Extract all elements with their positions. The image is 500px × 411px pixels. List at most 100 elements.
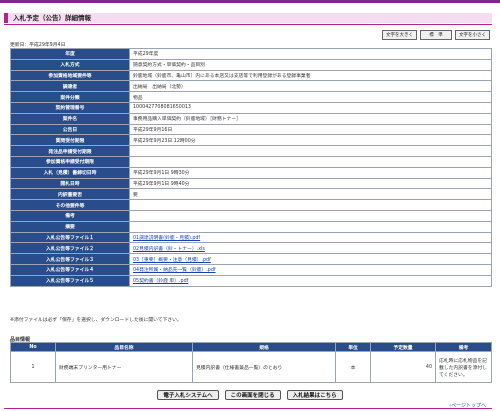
file-row-value: 05契約書（鈴鹿 単）.pdf xyxy=(129,274,492,287)
col-unit: 単位 xyxy=(335,342,371,352)
e-bidding-system-button[interactable]: 電子入札システムへ xyxy=(157,390,219,400)
detail-table: 年度 平成29年度 入札方式 随意契約方式・単価契約・品目別 参加資格地域要件等 鈴鹿地域… xyxy=(10,48,492,287)
table-row: 調達者 出納局 出納局（北勢） xyxy=(10,80,492,93)
col-qty: 予定数量 xyxy=(370,342,436,352)
top-accent-bar xyxy=(0,0,500,3)
file-download-link[interactable]: 05契約書（鈴鹿 単）.pdf xyxy=(133,279,188,284)
row-value: 平成29年9月1日 9時40分 xyxy=(129,177,492,190)
table-row: 公告日 平成29年9月16日 xyxy=(10,123,492,136)
row-label: 参加資格地域要件等 xyxy=(10,69,130,82)
item-qty: 40 xyxy=(370,351,436,383)
file-row-value: 01調達説明書(鈴鹿・見積).pdf xyxy=(129,231,492,244)
table-row: 参加資格申請受付期限 xyxy=(10,155,492,168)
row-value xyxy=(129,145,492,157)
table-row: 発注品申請受付期限 xyxy=(10,145,492,157)
col-name: 品目名称 xyxy=(55,342,193,352)
font-size-controls: 文字を大きく 標 準 文字を小さく xyxy=(382,30,490,40)
file-row-value: 04発注所属・納品先一覧（鈴鹿）.pdf xyxy=(129,263,492,276)
col-spec: 規格 xyxy=(192,342,336,352)
row-label: 質問受付期限 xyxy=(10,134,130,147)
file-download-link[interactable]: 01調達説明書(鈴鹿・見積).pdf xyxy=(133,236,200,241)
font-standard-button[interactable]: 標 準 xyxy=(420,30,452,40)
file-download-link[interactable]: 02見積内訳書（鈴・トナー）.xls xyxy=(133,247,205,252)
table-row: 入札公告等ファイル４ 04発注所属・納品先一覧（鈴鹿）.pdf xyxy=(10,263,492,276)
table-row: 入札公告等ファイル１ 01調達説明書(鈴鹿・見積).pdf xyxy=(10,231,492,244)
table-row: 1 財務端末プリンター用トナー 見積内訳書（仕様書兼品一覧）のとおり 本 40 … xyxy=(10,351,492,383)
row-label: 参加資格申請受付期限 xyxy=(10,155,130,168)
table-row: 案件名 事務用品購入単価契約（鈴鹿地域）［財務トナー］ xyxy=(10,112,492,125)
table-row: 質問受付期限 平成29年9月23日 12時00分 xyxy=(10,134,492,147)
table-row: 年度 平成29年度 xyxy=(10,48,492,60)
table-row: 参加資格地域要件等 鈴鹿地域（鈴鹿市、亀山市）内にある本店又は支店等で利用登録があ… xyxy=(10,69,492,82)
item-unit: 本 xyxy=(335,351,371,383)
col-remarks: 備考 xyxy=(435,342,492,352)
table-row: 備考 xyxy=(10,209,492,222)
title-divider xyxy=(4,24,492,25)
row-label: 公告日 xyxy=(10,123,130,136)
font-larger-button[interactable]: 文字を大きく xyxy=(382,30,417,40)
row-label: 案件分類 xyxy=(10,91,130,103)
row-value: 平成29年度 xyxy=(129,48,492,60)
table-row: 摘要 xyxy=(10,220,492,233)
row-label: 開札日時 xyxy=(10,177,130,190)
table-row: 入札公告等ファイル２ 02見積内訳書（鈴・トナー）.xls xyxy=(10,242,492,255)
bid-results-button[interactable]: 入札結果はこちら xyxy=(286,390,343,400)
row-value xyxy=(129,155,492,168)
table-row: 契約管理番号 1000427708081650013 xyxy=(10,101,492,114)
row-value: 事務用品購入単価契約（鈴鹿地域）［財務トナー］ xyxy=(129,112,492,125)
file-row-label: 入札公告等ファイル２ xyxy=(10,242,130,255)
download-note: ※添付ファイルは必ず「保存」を選択し、ダウンロードした後に開いて下さい。 xyxy=(10,318,182,323)
bottom-divider xyxy=(4,408,492,409)
file-row-value: 03［重要］概要・注意（見積）.pdf xyxy=(129,253,492,265)
row-value: 平成29年9月1日 9時30分 xyxy=(129,166,492,179)
item-no: 1 xyxy=(10,351,56,383)
font-smaller-button[interactable]: 文字を小さく xyxy=(455,30,490,40)
table-row: その他要件等 xyxy=(10,199,492,211)
items-table: No 品目名称 規格 単位 予定数量 備考 1 財務端末プリンター用トナー 見積… xyxy=(10,342,492,383)
row-value: 要 xyxy=(129,188,492,201)
row-label: 調達者 xyxy=(10,80,130,93)
table-row: 入札公告等ファイル５ 05契約書（鈴鹿 単）.pdf xyxy=(10,274,492,287)
row-value xyxy=(129,220,492,233)
item-name: 財務端末プリンター用トナー xyxy=(55,351,193,383)
row-value xyxy=(129,199,492,211)
file-download-link[interactable]: 03［重要］概要・注意（見積）.pdf xyxy=(133,258,211,263)
row-label: 摘要 xyxy=(10,220,130,233)
file-row-label: 入札公告等ファイル４ xyxy=(10,263,130,276)
file-download-link[interactable]: 04発注所属・納品先一覧（鈴鹿）.pdf xyxy=(133,268,216,273)
page-title: 入札予定（公告）詳細情報 xyxy=(4,13,492,23)
row-label: 発注品申請受付期限 xyxy=(10,145,130,157)
file-row-label: 入札公告等ファイル３ xyxy=(10,253,130,265)
row-label: 年度 xyxy=(10,48,130,60)
row-label: 入札方式 xyxy=(10,58,130,71)
row-value: 1000427708081650013 xyxy=(129,101,492,114)
table-row: 入札（見積）書締切日時 平成29年9月1日 9時30分 xyxy=(10,166,492,179)
row-label: 内訳書要否 xyxy=(10,188,130,201)
file-row-value: 02見積内訳書（鈴・トナー）.xls xyxy=(129,242,492,255)
table-row: 案件分類 物品 xyxy=(10,91,492,103)
row-value xyxy=(129,209,492,222)
close-window-button[interactable]: この画面を閉じる xyxy=(224,390,281,400)
updated-date: 更新日：平成29年9月4日 xyxy=(10,43,66,48)
row-label: 入札（見積）書締切日時 xyxy=(10,166,130,179)
row-value: 平成29年9月16日 xyxy=(129,123,492,136)
file-row-label: 入札公告等ファイル１ xyxy=(10,231,130,244)
row-value: 随意契約方式・単価契約・品目別 xyxy=(129,58,492,71)
item-remarks: 応札時に応札物品を記載した内訳書を添付してください。 xyxy=(435,351,492,383)
table-row: 内訳書要否要 xyxy=(10,188,492,201)
row-value: 出納局 出納局（北勢） xyxy=(129,80,492,93)
file-row-label: 入札公告等ファイル５ xyxy=(10,274,130,287)
table-row: 入札公告等ファイル３ 03［重要］概要・注意（見積）.pdf xyxy=(10,253,492,265)
table-row: 開札日時 平成29年9月1日 9時40分 xyxy=(10,177,492,190)
row-value: 鈴鹿地域（鈴鹿市、亀山市）内にある本店又は支店等で利用登録がある登録事業者 xyxy=(129,69,492,82)
row-value: 平成29年9月23日 12時00分 xyxy=(129,134,492,147)
row-value: 物品 xyxy=(129,91,492,103)
item-spec: 見積内訳書（仕様書兼品一覧）のとおり xyxy=(192,351,336,383)
table-row: 入札方式 随意契約方式・単価契約・品目別 xyxy=(10,58,492,71)
row-label: その他要件等 xyxy=(10,199,130,211)
row-label: 契約管理番号 xyxy=(10,101,130,114)
col-no: No xyxy=(10,342,56,352)
bottom-actions: 電子入札システムへ この画面を閉じる 入札結果はこちら xyxy=(0,390,500,400)
row-label: 備考 xyxy=(10,209,130,222)
row-label: 案件名 xyxy=(10,112,130,125)
